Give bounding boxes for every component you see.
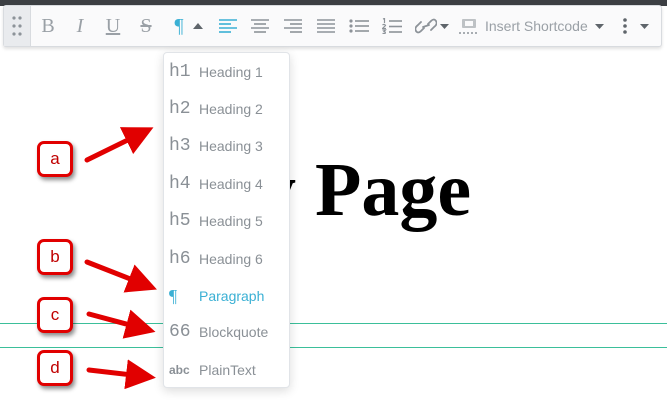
menu-item-blockquote[interactable]: 66 Blockquote <box>164 317 289 347</box>
insert-link-button[interactable] <box>414 6 438 46</box>
annotation-label: d <box>50 358 60 377</box>
paragraph-icon: ¶ <box>174 14 184 37</box>
insert-shortcode-dropdown[interactable]: Insert Shortcode <box>459 6 609 46</box>
align-left-button[interactable] <box>216 6 240 46</box>
annotation-badge-c: c <box>37 297 73 333</box>
arrow-c-icon <box>86 309 156 339</box>
bold-icon: B <box>41 14 55 37</box>
align-right-icon <box>284 19 302 33</box>
paragraph-format-button[interactable]: ¶ <box>167 6 191 46</box>
annotation-label: c <box>50 305 60 324</box>
heading-6-icon: h6 <box>169 249 191 269</box>
plaintext-icon: abc <box>169 363 190 377</box>
menu-item-label: Heading 2 <box>199 101 263 117</box>
menu-item-plaintext[interactable]: abc PlainText <box>164 355 289 385</box>
strikethrough-icon: S <box>140 14 152 37</box>
toolbar-expand-caret[interactable] <box>636 6 652 46</box>
arrow-d-icon <box>86 359 156 390</box>
italic-icon: I <box>76 14 84 37</box>
menu-item-label: Heading 4 <box>199 176 263 192</box>
formatting-toolbar: B I U S ¶ Insert Shortcode <box>3 5 662 47</box>
arrow-a-icon <box>84 127 154 163</box>
align-center-button[interactable] <box>248 6 272 46</box>
paragraph-icon: ¶ <box>169 285 178 306</box>
align-left-icon <box>219 19 237 33</box>
menu-item-label: Paragraph <box>199 288 265 304</box>
heading-1-icon: h1 <box>169 62 191 82</box>
link-icon <box>415 18 437 34</box>
justify-button[interactable] <box>314 6 338 46</box>
insert-shortcode-label: Insert Shortcode <box>485 18 588 34</box>
menu-item-heading-3[interactable]: h3 Heading 3 <box>164 131 289 161</box>
bold-button[interactable]: B <box>36 6 60 46</box>
underline-button[interactable]: U <box>101 6 125 46</box>
drag-handle-icon[interactable] <box>4 6 31 46</box>
annotation-badge-b: b <box>37 239 73 275</box>
align-right-button[interactable] <box>281 6 305 46</box>
menu-item-heading-2[interactable]: h2 Heading 2 <box>164 94 289 124</box>
menu-item-heading-5[interactable]: h5 Heading 5 <box>164 206 289 236</box>
caret-up-icon <box>193 23 203 29</box>
more-options-button[interactable] <box>618 6 632 46</box>
caret-down-icon <box>639 23 649 29</box>
annotation-badge-d: d <box>37 350 73 386</box>
bullet-list-button[interactable] <box>347 6 371 46</box>
paragraph-format-menu: h1 Heading 1 h2 Heading 2 h3 Heading 3 h… <box>163 52 290 388</box>
blockquote-icon: 66 <box>169 322 191 342</box>
align-justify-icon <box>317 19 335 33</box>
annotation-label: b <box>50 247 60 266</box>
page-title: y Page <box>258 148 472 232</box>
heading-5-icon: h5 <box>169 211 191 231</box>
caret-down-icon <box>439 23 449 29</box>
annotation-badge-a: a <box>37 141 73 177</box>
underline-icon: U <box>105 14 121 37</box>
caret-down-icon <box>594 23 604 29</box>
menu-item-label: Blockquote <box>199 324 269 340</box>
italic-button[interactable]: I <box>68 6 92 46</box>
menu-item-paragraph[interactable]: ¶ Paragraph <box>164 281 289 311</box>
heading-3-icon: h3 <box>169 136 191 156</box>
menu-item-label: Heading 5 <box>199 213 263 229</box>
bullet-list-icon <box>349 19 369 33</box>
menu-item-heading-1[interactable]: h1 Heading 1 <box>164 57 289 87</box>
menu-item-heading-6[interactable]: h6 Heading 6 <box>164 244 289 274</box>
heading-4-icon: h4 <box>169 174 191 194</box>
align-center-icon <box>251 19 269 33</box>
heading-2-icon: h2 <box>169 99 191 119</box>
menu-item-heading-4[interactable]: h4 Heading 4 <box>164 169 289 199</box>
arrow-b-icon <box>84 259 157 293</box>
numbered-list-button[interactable] <box>380 6 404 46</box>
format-dropdown-caret[interactable] <box>191 6 205 46</box>
block-divider <box>0 347 667 348</box>
annotation-label: a <box>50 149 60 168</box>
more-vertical-icon <box>623 18 627 34</box>
shortcode-icon <box>459 19 479 34</box>
strikethrough-button[interactable]: S <box>134 6 158 46</box>
menu-item-label: Heading 1 <box>199 64 263 80</box>
link-dropdown-caret[interactable] <box>438 6 450 46</box>
menu-item-label: Heading 3 <box>199 138 263 154</box>
block-divider <box>0 323 667 324</box>
menu-item-label: PlainText <box>199 362 256 378</box>
menu-item-label: Heading 6 <box>199 251 263 267</box>
numbered-list-icon <box>382 18 402 34</box>
